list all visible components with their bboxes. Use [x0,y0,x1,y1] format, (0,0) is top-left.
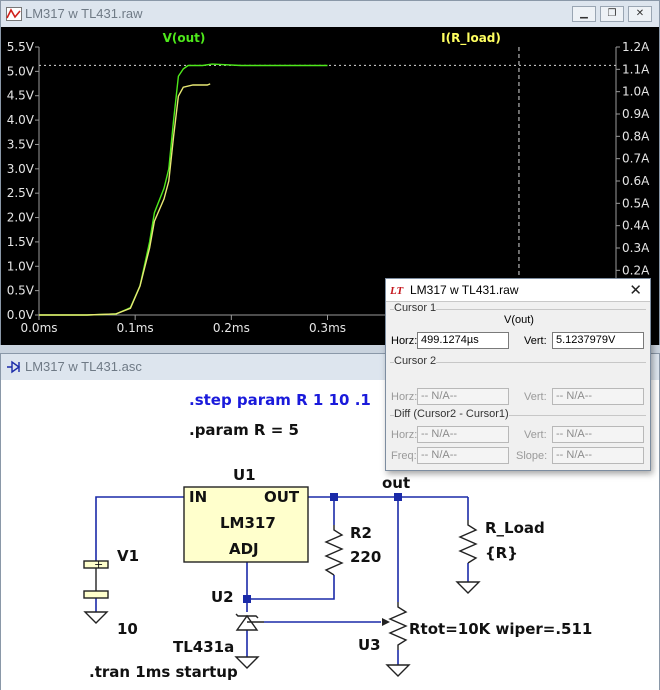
y-right-tick-label: 0.3A [622,241,650,255]
junction-out [394,493,402,501]
param-directive[interactable]: .param R = 5 [189,421,299,439]
ground-icon [385,664,411,677]
y-right-tick-label: 0.6A [622,174,650,188]
lt-logo-icon: LT [390,285,405,296]
y-right-tick-label: 0.9A [622,107,650,121]
diff-freq-field: -- N/A-- [417,447,509,464]
y-left-tick-label: 3.5V [7,137,35,151]
step-directive[interactable]: .step param R 1 10 .1 [189,391,371,409]
y-right-tick-label: 0.5A [622,196,650,210]
tl431-shunt[interactable] [235,613,264,631]
diff-vert-label: Vert: [524,429,547,441]
schematic-app-icon [7,360,21,374]
trace-vout [39,63,328,316]
u3-potentiometer[interactable] [388,602,408,650]
y-right-tick-label: 1.2A [622,40,650,54]
restore-button[interactable]: ❐ [600,6,624,22]
y-left-tick-label: 0.0V [7,308,35,322]
legend-vout: V(out) [163,31,206,45]
trace-iload [39,83,211,316]
schematic-window-title: LM317 w TL431.asc [25,359,142,374]
y-right-tick-label: 1.0A [622,85,650,99]
cursor1-label: Cursor 1 [394,302,437,314]
pin-out-label: OUT [264,488,300,506]
u2-ref: U2 [211,588,234,606]
diff-slope-label: Slope: [516,450,548,462]
cursor2-vert-field: -- N/A-- [552,388,644,405]
y-left-tick-label: 2.5V [7,186,35,200]
y-left-tick-label: 5.5V [7,40,35,54]
diff-horz-field: -- N/A-- [417,426,509,443]
cursor2-label: Cursor 2 [394,355,437,367]
ground-icon [455,581,481,594]
y-right-tick-label: 0.2A [622,263,650,277]
waveform-titlebar[interactable]: LM317 w TL431.raw ▁ ❐ ✕ [1,1,659,28]
diff-horz-label: Horz: [391,429,418,441]
junction-out-r2 [330,493,338,501]
v1-ref: V1 [117,547,139,565]
y-left-tick-label: 2.0V [7,211,35,225]
y-left-tick-label: 4.0V [7,113,35,127]
u2-part: TL431a [173,638,234,656]
u1-part: LM317 [220,514,276,532]
cursor2-vert-label: Vert: [524,391,547,403]
cursor1-vert-field[interactable]: 5.1237979V [552,332,644,349]
diff-label: Diff (Cursor2 - Cursor1) [394,408,509,420]
r2-resistor[interactable] [324,525,344,576]
pin-adj-label: ADJ [229,540,259,558]
x-tick-label: 0.0ms [20,321,57,335]
close-button[interactable]: ✕ [628,6,652,22]
x-tick-label: 0.1ms [117,321,154,335]
y-right-tick-label: 0.7A [622,152,650,166]
v1-plus: + [94,558,103,571]
diff-vert-field: -- N/A-- [552,426,644,443]
cursor1-horz-label: Horz: [391,335,418,347]
close-icon[interactable]: ✕ [629,281,642,299]
u3-ref: U3 [358,636,381,654]
legend-iload: I(R_load) [441,31,501,46]
y-left-tick-label: 0.5V [7,284,35,298]
y-right-tick-label: 0.4A [622,219,650,233]
cursor1-trace: V(out) [504,314,534,326]
pin-in-label: IN [189,488,207,506]
ground-icon [234,656,260,669]
minimize-button[interactable]: ▁ [572,6,596,22]
y-left-tick-label: 1.0V [7,259,35,273]
rload-ref: R_Load [485,519,545,537]
y-right-tick-label: 1.1A [622,62,650,76]
x-tick-label: 0.3ms [309,321,346,335]
waveform-window-title: LM317 w TL431.raw [25,6,143,21]
x-tick-label: 0.2ms [213,321,250,335]
ground-icon [83,611,109,624]
cursor-window: LT LM317 w TL431.raw ✕ Cursor 1 V(out) H… [385,278,651,471]
u3-value: Rtot=10K wiper=.511 [409,620,592,638]
y-right-tick-label: 0.8A [622,129,650,143]
v1-value: 10 [117,620,138,638]
y-left-tick-label: 3.0V [7,162,35,176]
svg-text:LT: LT [390,285,405,296]
rload-resistor[interactable] [458,520,478,564]
cursor-window-title: LM317 w TL431.raw [410,283,519,297]
waveform-app-icon [6,7,22,21]
u1-ref: U1 [233,466,256,484]
diff-freq-label: Freq: [391,450,417,462]
cursor1-vert-label: Vert: [524,335,547,347]
cursor1-horz-field[interactable]: 499.1274µs [417,332,509,349]
net-out-label: out [382,474,410,492]
r2-ref: R2 [350,524,372,542]
cursor2-horz-label: Horz: [391,391,418,403]
cursor-window-titlebar[interactable]: LT LM317 w TL431.raw ✕ [386,279,650,302]
rload-value: {R} [485,544,518,562]
y-left-tick-label: 1.5V [7,235,35,249]
y-left-tick-label: 5.0V [7,64,35,78]
diff-slope-field: -- N/A-- [552,447,644,464]
tran-directive[interactable]: .tran 1ms startup [89,663,238,681]
y-left-tick-label: 4.5V [7,89,35,103]
junction-adj [243,595,251,603]
r2-value: 220 [350,548,381,566]
cursor2-horz-field: -- N/A-- [417,388,509,405]
